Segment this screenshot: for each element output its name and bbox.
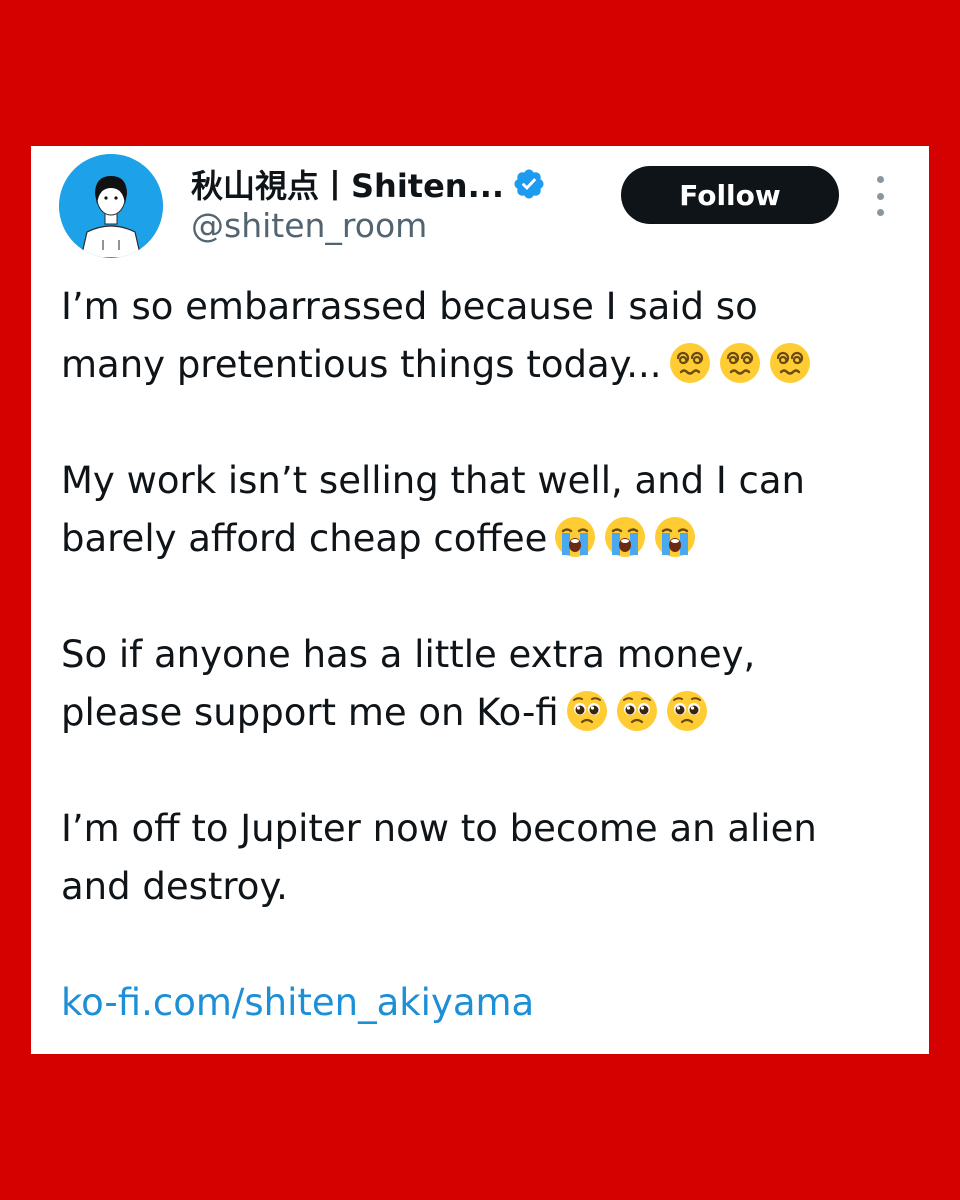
tweet-paragraph: I’m off to Jupiter now to become an alie…	[61, 800, 921, 916]
tweet-paragraph: I’m so embarrassed because I said so man…	[61, 278, 921, 394]
tweet-line: I’m so embarrassed because I said so	[61, 285, 758, 328]
avatar[interactable]	[59, 154, 163, 258]
tweet-line: My work isn’t selling that well, and I c…	[61, 459, 806, 502]
loudly-crying-face-emoji	[653, 515, 697, 559]
pleading-face-emoji	[665, 689, 709, 733]
dizzy-face-emoji	[768, 341, 812, 385]
tweet-line: many pretentious things today...	[61, 343, 662, 386]
tweet-line: please support me on Ko-fi	[61, 691, 559, 734]
tweet-line-with-emoji: many pretentious things today...	[61, 336, 921, 394]
dizzy-face-emoji	[668, 341, 712, 385]
tweet-link-paragraph: ko-fi.com/shiten_akiyama	[61, 974, 921, 1032]
more-dot	[876, 209, 884, 216]
tweet-line: I’m off to Jupiter now to become an alie…	[61, 807, 817, 850]
tweet-paragraph: So if anyone has a little extra money, p…	[61, 626, 921, 742]
tweet-paragraph: My work isn’t selling that well, and I c…	[61, 452, 921, 568]
kofi-link[interactable]: ko-fi.com/shiten_akiyama	[61, 981, 534, 1024]
display-name[interactable]: 秋山視点丨Shiten...	[191, 161, 504, 207]
verified-badge-icon	[514, 169, 544, 199]
tweet-line: barely afford cheap coffee	[61, 517, 548, 560]
tweet-card: 秋山視点丨Shiten... @shiten_room Follow I’m s…	[31, 146, 929, 1054]
loudly-crying-face-emoji	[553, 515, 597, 559]
loudly-crying-face-emoji	[603, 515, 647, 559]
tweet-line-with-emoji: please support me on Ko-fi	[61, 684, 921, 742]
more-dot	[876, 192, 884, 200]
tweet-line: So if anyone has a little extra money,	[61, 633, 756, 676]
follow-button[interactable]: Follow	[621, 166, 839, 224]
author-name-row: 秋山視点丨Shiten...	[191, 160, 546, 208]
dizzy-face-emoji	[718, 341, 762, 385]
more-vertical-icon[interactable]	[869, 176, 891, 216]
tweet-line: and destroy.	[61, 865, 288, 908]
pleading-face-emoji	[615, 689, 659, 733]
tweet-text: I’m so embarrassed because I said so man…	[61, 278, 921, 1032]
pleading-face-emoji	[565, 689, 609, 733]
user-handle[interactable]: @shiten_room	[191, 206, 427, 245]
more-dot	[876, 176, 884, 183]
tweet-line-with-emoji: barely afford cheap coffee	[61, 510, 921, 568]
